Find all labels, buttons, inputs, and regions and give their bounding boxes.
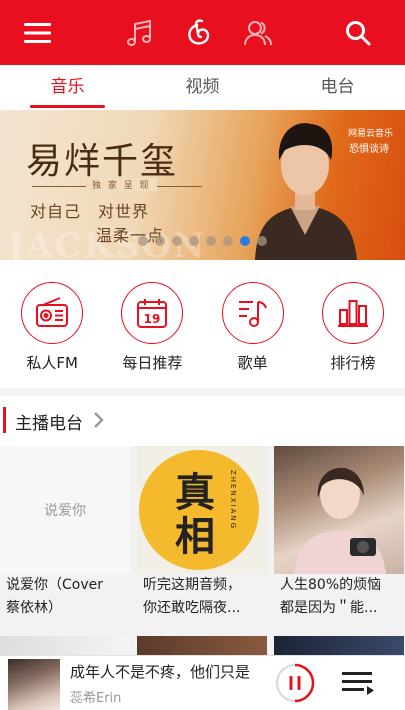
card-cover: 真 相 ZHENXIANG: [137, 446, 267, 574]
cover-text: 说爱你: [44, 503, 86, 519]
carousel-dot[interactable]: [223, 236, 233, 246]
entry-playlist[interactable]: 歌单: [208, 260, 298, 388]
zhenxiang-cover-art: 真 相 ZHENXIANG: [139, 450, 259, 570]
mini-player[interactable]: 成年人不是不疼，他们只是 蕊希Erin: [0, 655, 405, 710]
carousel-dot[interactable]: [206, 236, 216, 246]
netease-icon[interactable]: [180, 13, 220, 53]
banner-carousel[interactable]: JACKSON 易烊千玺 独 家 呈 现 对自己 对世界 温柔一点 网易云音乐 …: [0, 110, 405, 260]
card-cover-partial: [0, 636, 130, 656]
ranking-icon: [321, 282, 384, 344]
carousel-dot[interactable]: [138, 236, 148, 246]
calendar-icon: 19: [121, 282, 184, 344]
entry-personal-fm[interactable]: 私人FM: [7, 260, 97, 388]
card-caption-line: 蔡依林）: [6, 600, 62, 616]
card-caption-line: 人生80%的烦恼: [280, 577, 382, 593]
card-cover-partial: [137, 636, 267, 656]
card-caption-line: 你还敢吃隔夜...: [143, 600, 241, 616]
entry-label: 每日推荐: [122, 354, 183, 372]
menu-icon[interactable]: [18, 13, 58, 53]
section-title: 主播电台: [15, 414, 83, 434]
card-caption-line: 说爱你（Cover: [6, 577, 103, 593]
chevron-right-icon: [94, 412, 104, 428]
radio-card[interactable]: 真 相 ZHENXIANG 听完这期音频， 你还敢吃隔夜...: [137, 446, 267, 620]
now-playing-title: 成年人不是不疼，他们只是: [70, 663, 251, 681]
section-accent-bar: [3, 407, 6, 433]
search-icon[interactable]: [338, 13, 378, 53]
radio-icon: [21, 282, 84, 344]
now-playing-cover[interactable]: [8, 659, 60, 710]
card-cover: [274, 446, 404, 574]
carousel-dot[interactable]: [172, 236, 182, 246]
entry-label: 私人FM: [26, 354, 78, 372]
card-caption: 听完这期音频， 你还敢吃隔夜...: [137, 574, 267, 620]
card-caption-line: 听完这期音频，: [143, 577, 241, 593]
playlist-icon: [221, 282, 284, 344]
tab-radio[interactable]: 电台: [270, 65, 405, 110]
tab-music[interactable]: 音乐: [0, 65, 135, 110]
now-playing-artist: 蕊希Erin: [70, 691, 122, 706]
cover-side-text: ZHENXIANG: [229, 470, 237, 530]
radio-card[interactable]: 人生80%的烦恼 都是因为＂能...: [274, 446, 404, 620]
entry-label: 歌单: [237, 354, 268, 372]
carousel-dot[interactable]: [189, 236, 199, 246]
banner-line-1: 对自己 对世界: [30, 202, 150, 221]
card-cover: 说爱你: [0, 446, 130, 574]
tab-bar: 音乐 视频 电台: [0, 65, 405, 110]
calendar-day: 19: [144, 312, 161, 326]
carousel-dots: [0, 236, 405, 246]
carousel-dot[interactable]: [155, 236, 165, 246]
radio-grid-row-2: [0, 636, 405, 656]
carousel-dot[interactable]: [257, 236, 267, 246]
card-caption: 说爱你（Cover 蔡依林）: [0, 574, 130, 620]
tab-video[interactable]: 视频: [135, 65, 270, 110]
banner-exclusive: 独 家 呈 现: [86, 178, 157, 191]
quick-entries: 私人FM 19 每日推荐 歌单 排行榜: [0, 260, 405, 388]
entry-daily-recommend[interactable]: 19 每日推荐: [107, 260, 197, 388]
friends-icon[interactable]: [238, 13, 278, 53]
card-caption-line: 都是因为＂能...: [280, 600, 378, 616]
cover-big-char-2: 相: [175, 513, 215, 560]
music-note-icon[interactable]: [120, 13, 160, 53]
banner-subtitle: 恐惧谈诗: [349, 144, 389, 155]
card-cover-partial: [274, 636, 404, 656]
cover-big-char-1: 真: [175, 469, 215, 516]
section-header[interactable]: 主播电台: [0, 396, 405, 446]
entry-label: 排行榜: [330, 354, 376, 372]
entry-ranking[interactable]: 排行榜: [308, 260, 398, 388]
carousel-dot[interactable]: [240, 236, 250, 246]
banner-brand: 网易云音乐: [347, 129, 393, 139]
pause-icon[interactable]: [275, 663, 315, 703]
girl-photo-image: [294, 467, 386, 574]
banner-title: 易烊千玺: [26, 141, 179, 182]
playlist-queue-icon[interactable]: [340, 668, 376, 700]
card-caption: 人生80%的烦恼 都是因为＂能...: [274, 574, 404, 620]
top-bar: [0, 0, 405, 65]
radio-card[interactable]: 说爱你 说爱你（Cover 蔡依林）: [0, 446, 130, 620]
